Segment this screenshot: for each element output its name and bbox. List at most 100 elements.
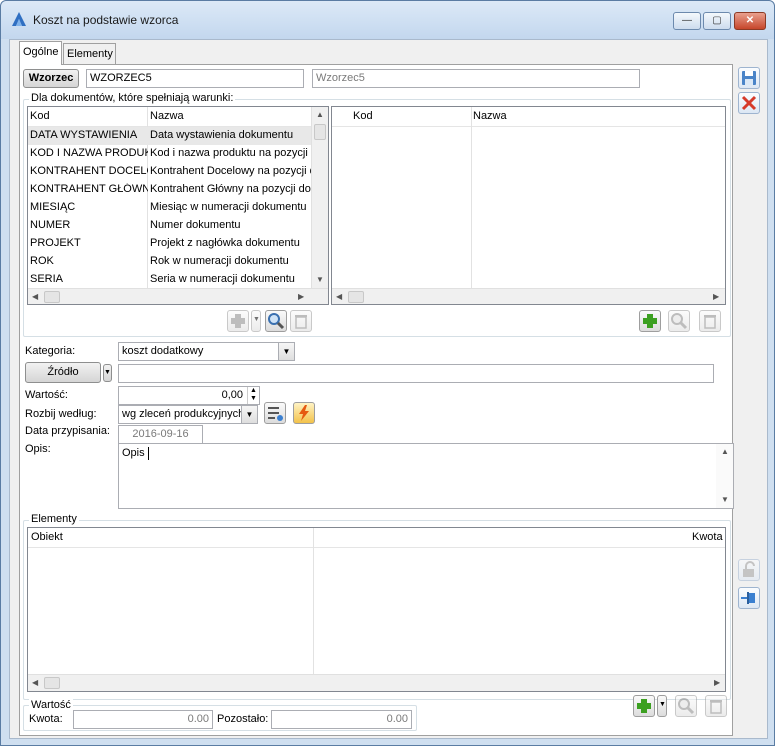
scroll-thumb[interactable]	[348, 291, 364, 303]
elementy-grid[interactable]: Obiekt Kwota ◀ ▶	[27, 527, 726, 692]
add-element-button[interactable]	[633, 695, 655, 717]
scroll-up-icon[interactable]: ▲	[316, 110, 324, 119]
cell-nazwa: Kontrahent Główny na pozycji do	[150, 183, 311, 195]
add-selected-button[interactable]	[639, 310, 661, 332]
table-row[interactable]: DATA WYSTAWIENIA Data wystawienia dokumen…	[28, 127, 328, 145]
wartosc-spinner[interactable]: ▲ ▼	[247, 387, 259, 404]
data-przypisania-field[interactable]: 2016-09-16	[118, 425, 203, 444]
minimize-button[interactable]: —	[673, 12, 701, 30]
trash-icon	[710, 700, 722, 714]
chevron-down-icon[interactable]: ▼	[241, 406, 257, 423]
tab-ogolne[interactable]: Ogólne	[19, 41, 62, 65]
delete-condition-button[interactable]	[290, 310, 312, 332]
cancel-button[interactable]	[738, 92, 760, 114]
save-button[interactable]	[738, 67, 760, 89]
delete-element-button[interactable]	[705, 695, 727, 717]
add-condition-button[interactable]	[227, 310, 249, 332]
wzorzec-button-label: Wzorzec	[28, 72, 74, 84]
pozostalo-field[interactable]: 0.00	[271, 710, 412, 729]
chevron-down-icon[interactable]: ▼	[278, 343, 294, 360]
col-nazwa-header[interactable]: Nazwa	[150, 110, 184, 122]
table-row[interactable]: NUMER Numer dokumentu	[28, 217, 328, 235]
tab-ogolne-label: Ogólne	[23, 46, 59, 58]
list-settings-icon	[268, 407, 283, 421]
zrodlo-field[interactable]	[118, 364, 714, 383]
tab-elementy[interactable]: Elementy	[63, 43, 116, 65]
table-row[interactable]: KONTRAHENT DOCELOWKontrahent Docelowy na…	[28, 163, 328, 181]
conditions-selected-grid[interactable]: Kod Nazwa ◀ ▶	[331, 106, 726, 305]
grid-header: Obiekt Kwota	[28, 528, 725, 548]
col-kod-header[interactable]: Kod	[353, 110, 373, 122]
wzorzec-code-field[interactable]: WZORZEC5	[86, 69, 304, 88]
vertical-scrollbar[interactable]: ▲ ▼	[716, 444, 733, 508]
scroll-thumb[interactable]	[44, 291, 60, 303]
scroll-right-icon[interactable]: ▶	[714, 678, 720, 687]
pin-icon	[741, 592, 755, 604]
scroll-left-icon[interactable]: ◀	[32, 678, 38, 687]
rozbij-select[interactable]: wg zleceń produkcyjnych ▼	[118, 405, 258, 424]
vertical-scrollbar[interactable]: ▲ ▼	[311, 107, 328, 288]
horizontal-scrollbar[interactable]: ◀ ▶	[28, 674, 725, 691]
scroll-right-icon[interactable]: ▶	[713, 292, 719, 301]
add-condition-dropdown[interactable]: ▼	[251, 310, 261, 332]
zrodlo-dropdown[interactable]: ▼	[103, 364, 112, 382]
delete-selected-button[interactable]	[699, 310, 721, 332]
cell-nazwa: Projekt z nagłówka dokumentu	[150, 237, 300, 249]
col-kod-header[interactable]: Kod	[30, 110, 50, 122]
maximize-button[interactable]: ▢	[703, 12, 731, 30]
cell-nazwa: Kod i nazwa produktu na pozycji d	[150, 147, 317, 159]
scroll-thumb[interactable]	[314, 124, 326, 140]
scroll-left-icon[interactable]: ◀	[32, 292, 38, 301]
col-obiekt-header[interactable]: Obiekt	[31, 531, 63, 543]
horizontal-scrollbar[interactable]: ◀ ▶	[332, 288, 725, 304]
wartosc-field[interactable]: 0,00	[118, 386, 260, 405]
pozostalo-label: Pozostało:	[217, 713, 269, 725]
cell-kod: SERIA	[30, 273, 64, 285]
pin-button[interactable]	[738, 587, 760, 609]
table-row[interactable]: ROK Rok w numeracji dokumentu	[28, 253, 328, 271]
opis-textarea[interactable]: Opis ▲ ▼	[118, 443, 734, 509]
data-przypisania-label: Data przypisania:	[25, 425, 110, 437]
table-row[interactable]: KONTRAHENT GŁÓWNY Kontrahent Główny na po…	[28, 181, 328, 199]
tab-panel-ogolne: Wzorzec WZORZEC5 Wzorzec5 Dla dokumentów…	[19, 64, 734, 736]
spin-up-icon[interactable]: ▲	[250, 387, 257, 394]
col-nazwa-header[interactable]: Nazwa	[473, 110, 507, 122]
kategoria-select[interactable]: koszt dodatkowy ▼	[118, 342, 295, 361]
rozbij-settings-button[interactable]	[264, 402, 286, 424]
table-row[interactable]: SERIA Seria w numeracji dokumentu	[28, 271, 328, 289]
table-row[interactable]: KOD I NAZWA PRODUKT Kod i nazwa produktu …	[28, 145, 328, 163]
elementy-label: Elementy	[29, 513, 79, 525]
magnifier-icon	[678, 698, 695, 715]
plus-icon	[643, 314, 657, 328]
scroll-left-icon[interactable]: ◀	[336, 292, 342, 301]
scroll-thumb[interactable]	[44, 677, 60, 689]
close-window-button[interactable]: ✕	[734, 12, 766, 30]
grid-header: Kod Nazwa	[332, 107, 725, 127]
zrodlo-button[interactable]: Źródło	[25, 362, 101, 383]
trash-icon	[704, 315, 716, 329]
cell-kod: MIESIĄC	[30, 201, 76, 213]
unlock-button[interactable]	[738, 559, 760, 581]
cell-kod: KOD I NAZWA PRODUKT	[30, 147, 148, 159]
view-condition-button[interactable]	[265, 310, 287, 332]
magnifier-icon	[268, 313, 285, 330]
table-row[interactable]: PROJEKT Projekt z nagłówka dokumentu	[28, 235, 328, 253]
summary-label: Wartość	[29, 699, 73, 711]
scroll-down-icon[interactable]: ▼	[316, 275, 324, 284]
scroll-right-icon[interactable]: ▶	[298, 292, 304, 301]
col-kwota-header[interactable]: Kwota	[692, 531, 723, 543]
rozbij-execute-button[interactable]	[293, 402, 315, 424]
view-selected-button[interactable]	[668, 310, 690, 332]
wzorzec-button[interactable]: Wzorzec	[23, 69, 79, 88]
view-element-button[interactable]	[675, 695, 697, 717]
wzorzec-name-field[interactable]: Wzorzec5	[312, 69, 640, 88]
horizontal-scrollbar[interactable]: ◀ ▶	[28, 288, 328, 304]
spin-down-icon[interactable]: ▼	[250, 395, 257, 402]
add-element-dropdown[interactable]: ▼	[657, 695, 667, 717]
table-row[interactable]: MIESIĄC Miesiąc w numeracji dokumentu	[28, 199, 328, 217]
kwota-field[interactable]: 0.00	[73, 710, 213, 729]
conditions-available-grid[interactable]: Kod Nazwa DATA WYSTAWIENIA Data wystawien…	[27, 106, 329, 305]
scroll-up-icon[interactable]: ▲	[721, 447, 729, 456]
scroll-down-icon[interactable]: ▼	[721, 495, 729, 504]
cell-nazwa: Rok w numeracji dokumentu	[150, 255, 289, 267]
